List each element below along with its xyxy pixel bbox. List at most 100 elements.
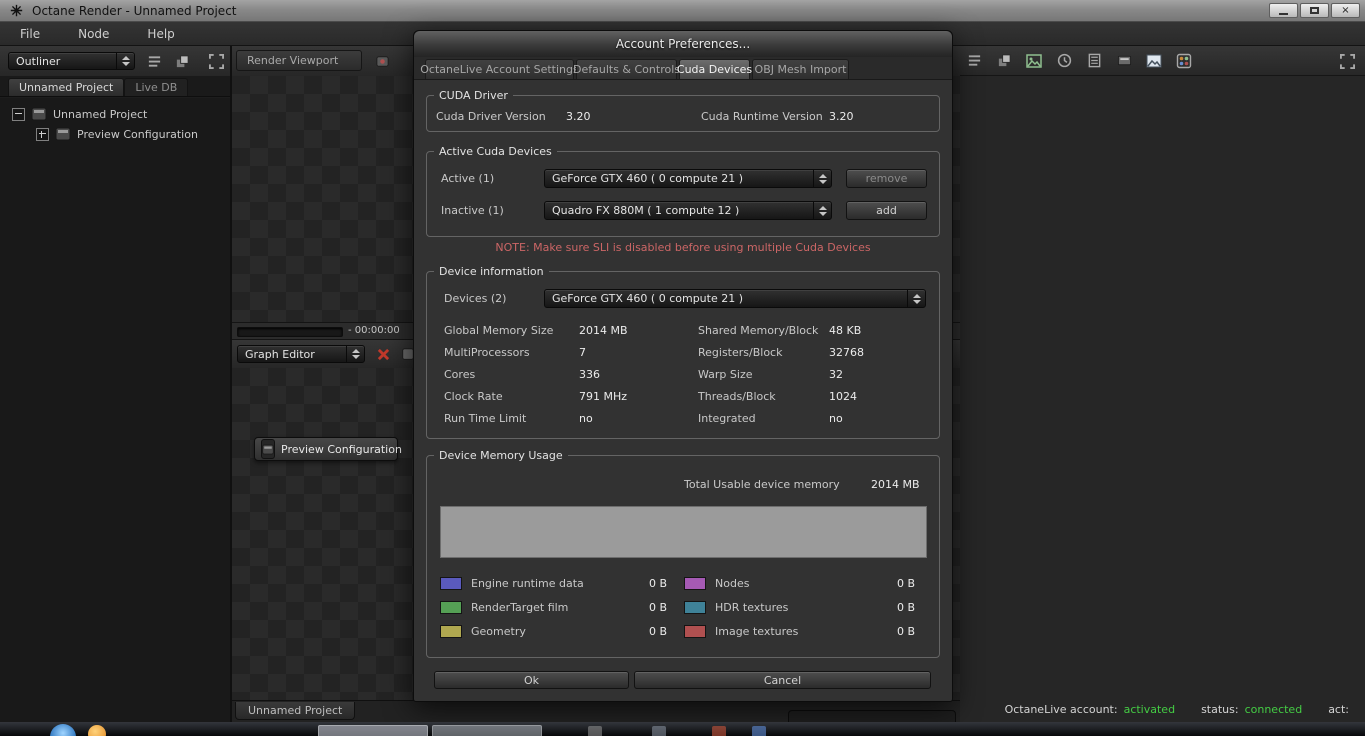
cancel-button[interactable]: Cancel	[634, 671, 931, 689]
device-properties-table: Global Memory Size 2014 MB Shared Memory…	[414, 320, 954, 430]
taskbar-item[interactable]	[752, 726, 766, 736]
stack-view-icon[interactable]	[994, 51, 1014, 71]
tab-defaults-controls[interactable]: Defaults & Controls	[573, 59, 680, 79]
combo-spinner-icon[interactable]	[116, 53, 134, 69]
list-view-icon[interactable]	[964, 51, 984, 71]
menu-file[interactable]: File	[14, 25, 46, 43]
close-button[interactable]: ×	[1331, 3, 1360, 18]
legend-value: 0 B	[897, 601, 916, 614]
tree-child-label: Preview Configuration	[77, 127, 198, 141]
taskbar-item[interactable]	[88, 725, 106, 736]
calculator-icon[interactable]	[1084, 51, 1104, 71]
image-texture-icon[interactable]	[1144, 51, 1164, 71]
legend-row: Engine runtime data 0 B Nodes 0 B	[414, 572, 954, 596]
property-value: 336	[579, 368, 600, 381]
devices-count-label: Devices (2)	[444, 292, 507, 305]
property-label: Global Memory Size	[444, 324, 554, 337]
property-value: 32768	[829, 346, 864, 359]
property-value: no	[829, 412, 843, 425]
property-value: 48 KB	[829, 324, 862, 337]
tree-row-child[interactable]: Preview Configuration	[0, 124, 230, 144]
taskbar-item[interactable]	[652, 726, 666, 736]
palette-icon[interactable]	[1174, 51, 1194, 71]
stack-view-icon[interactable]	[172, 51, 192, 71]
device-icon[interactable]	[1114, 51, 1134, 71]
right-panel: OctaneLive account: activated status: co…	[960, 46, 1365, 722]
outliner-combo[interactable]: Outliner	[8, 52, 135, 70]
sli-note: NOTE: Make sure SLI is disabled before u…	[495, 241, 871, 254]
legend-label: Engine runtime data	[471, 577, 584, 590]
ok-button[interactable]: Ok	[434, 671, 629, 689]
tab-obj-mesh-import[interactable]: OBJ Mesh Import	[752, 59, 849, 79]
tree-row-root[interactable]: Unnamed Project	[0, 104, 230, 124]
combo-spinner-icon[interactable]	[813, 170, 831, 187]
tab-octanelive-account-settings[interactable]: OctaneLive Account Settings	[420, 59, 579, 79]
taskbar-item[interactable]	[588, 726, 602, 736]
legend-label: Image textures	[715, 625, 799, 638]
active-device-dropdown[interactable]: GeForce GTX 460 ( 0 compute 21 )	[544, 169, 832, 188]
combo-spinner-icon[interactable]	[346, 346, 364, 362]
render-image-icon[interactable]	[1024, 51, 1044, 71]
clock-icon[interactable]	[1054, 51, 1074, 71]
cuda-runtime-version-label: Cuda Runtime Version	[701, 110, 823, 123]
active-cuda-devices-group: Active Cuda Devices	[426, 144, 940, 237]
taskbar-item[interactable]	[712, 726, 726, 736]
bottom-tab-unnamed-project[interactable]: Unnamed Project	[235, 702, 356, 720]
remove-device-button[interactable]: remove	[846, 169, 927, 188]
connection-status-value: connected	[1244, 703, 1303, 716]
expand-icon[interactable]	[36, 127, 49, 141]
legend-swatch	[684, 601, 706, 614]
property-label: Registers/Block	[698, 346, 783, 359]
outliner-panel: Outliner Unnamed Project Live DB Unnamed…	[0, 46, 232, 722]
app-icon	[6, 1, 26, 21]
viewport-lock-icon[interactable]	[372, 51, 392, 71]
taskbar-item[interactable]	[318, 725, 428, 736]
dialog-title[interactable]: Account Preferences...	[414, 31, 952, 57]
fullscreen-icon[interactable]	[1337, 51, 1357, 71]
menu-node[interactable]: Node	[72, 25, 115, 43]
combo-spinner-icon[interactable]	[813, 202, 831, 219]
status-bar: OctaneLive account: activated status: co…	[1005, 703, 1349, 716]
window-title: Octane Render - Unnamed Project	[32, 3, 237, 18]
start-button[interactable]	[50, 724, 76, 736]
account-preferences-dialog: Account Preferences... OctaneLive Accoun…	[413, 30, 953, 702]
graph-node-label: Preview Configuration	[281, 442, 402, 456]
property-value: 7	[579, 346, 586, 359]
account-label: OctaneLive account:	[1004, 703, 1118, 716]
node-icon	[31, 107, 47, 121]
list-view-icon[interactable]	[144, 51, 164, 71]
property-value: 791 MHz	[579, 390, 628, 403]
graph-editor-combo[interactable]: Graph Editor	[237, 345, 365, 363]
outliner-toolbar: Outliner	[0, 46, 230, 77]
table-row: MultiProcessors 7 Registers/Block 32768	[414, 342, 954, 364]
act-label: act:	[1328, 703, 1349, 716]
legend-swatch	[684, 625, 706, 638]
graph-node-preview-configuration[interactable]: Preview Configuration	[254, 437, 402, 461]
inactive-device-dropdown[interactable]: Quadro FX 880M ( 1 compute 12 )	[544, 201, 832, 220]
legend-swatch	[440, 601, 462, 614]
expand-panel-icon[interactable]	[206, 51, 226, 71]
combo-spinner-icon[interactable]	[907, 290, 925, 307]
active-device-value: GeForce GTX 460 ( 0 compute 21 )	[552, 172, 744, 185]
menu-help[interactable]: Help	[141, 25, 180, 43]
render-viewport-title: Render Viewport	[236, 50, 362, 71]
cuda-runtime-version-value: 3.20	[829, 110, 854, 123]
account-status-value: activated	[1123, 703, 1176, 716]
collapse-icon[interactable]	[12, 107, 25, 121]
taskbar-item[interactable]	[432, 725, 542, 736]
property-value: no	[579, 412, 593, 425]
tab-unnamed-project[interactable]: Unnamed Project	[8, 78, 125, 96]
delete-node-icon[interactable]	[373, 344, 393, 364]
add-device-button[interactable]: add	[846, 201, 927, 220]
tab-cuda-devices[interactable]: Cuda Devices	[677, 59, 752, 79]
render-progress-bar	[237, 327, 343, 337]
connection-label: status:	[1201, 703, 1239, 716]
legend-value: 0 B	[649, 625, 668, 638]
property-value: 2014 MB	[579, 324, 628, 337]
legend-label: RenderTarget film	[471, 601, 569, 614]
minimize-button[interactable]	[1269, 3, 1298, 18]
device-info-dropdown[interactable]: GeForce GTX 460 ( 0 compute 21 )	[544, 289, 926, 308]
device-info-value: GeForce GTX 460 ( 0 compute 21 )	[552, 292, 744, 305]
tab-live-db[interactable]: Live DB	[124, 78, 189, 96]
maximize-button[interactable]	[1300, 3, 1329, 18]
